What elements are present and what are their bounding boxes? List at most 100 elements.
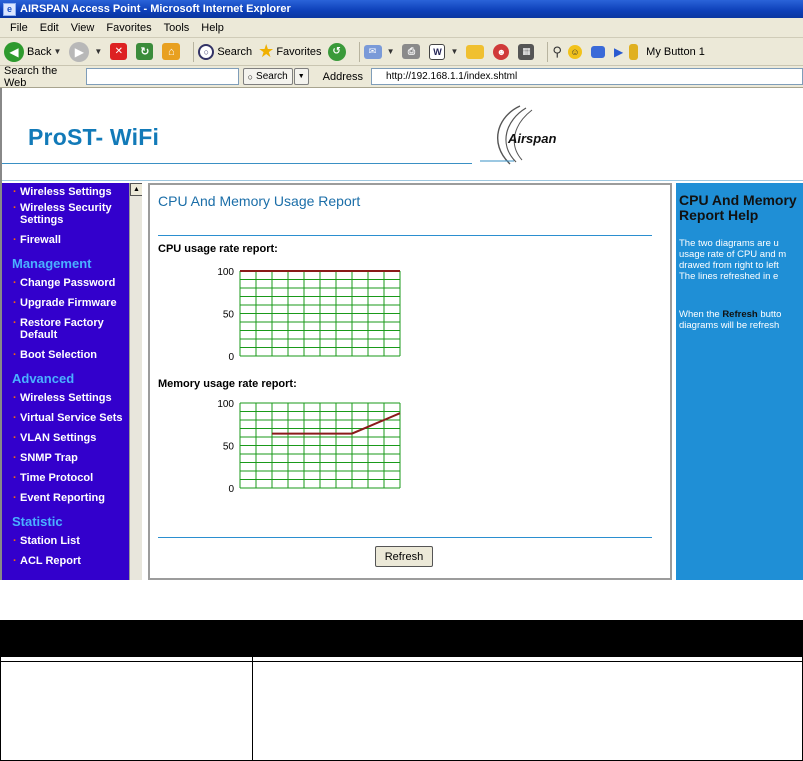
y-tick-label: 100 — [217, 267, 234, 278]
banner-bottom-border — [2, 180, 803, 181]
chevron-down-icon: ▼ — [297, 73, 305, 80]
y-tick-label: 50 — [223, 442, 235, 453]
search-toolbar-button[interactable]: ○ Search — [198, 43, 252, 60]
help-line: The lines refreshed in e — [679, 271, 779, 282]
airspan-logo-text: Airspan — [508, 131, 557, 146]
research-button[interactable]: ▦ — [518, 43, 537, 60]
refresh-button[interactable]: Refresh — [375, 546, 433, 567]
history-icon: ↺ — [327, 42, 346, 61]
help-text-fragment: When the — [679, 309, 723, 320]
forward-button[interactable]: ▶ ▼ — [69, 41, 104, 62]
sidebar-item-snmp-trap[interactable]: SNMP Trap — [2, 452, 128, 464]
toolbar-separator — [547, 41, 549, 62]
home-icon: ⌂ — [162, 43, 181, 60]
sidebar-nav: Wireless Settings Wireless Security Sett… — [2, 183, 142, 580]
sidebar-item-station-list[interactable]: Station List — [2, 535, 128, 547]
help-panel: CPU And Memory Report Help The two diagr… — [676, 183, 803, 580]
sidebar-item-adv-wireless-settings[interactable]: Wireless Settings — [2, 392, 128, 404]
memory-usage-chart: 100 50 0 — [217, 399, 401, 495]
help-title-line-2: Report Help — [679, 207, 759, 223]
sidebar-item-change-password[interactable]: Change Password — [2, 277, 128, 289]
chevron-down-icon[interactable]: ▼ — [94, 47, 102, 56]
stop-icon: ✕ — [110, 43, 128, 60]
sidebar-item-wireless-settings[interactable]: Wireless Settings — [2, 186, 128, 198]
table-column-divider — [252, 621, 253, 761]
help-line: drawed from right to left — [679, 260, 779, 271]
word-doc-icon: W — [429, 43, 446, 60]
extra-tool-3[interactable] — [590, 45, 608, 58]
messenger-icon: ☻ — [493, 43, 510, 60]
menu-tools[interactable]: Tools — [158, 22, 196, 34]
web-page: ProST- WiFi Airspan Wireless Settings Wi… — [0, 88, 803, 580]
sidebar-item-wireless-security-settings[interactable]: Wireless Security Settings — [2, 202, 128, 226]
sidebar-item-acl-report[interactable]: ACL Report — [2, 555, 128, 567]
cpu-chart-label: CPU usage rate report: — [158, 243, 278, 255]
forward-arrow-icon: ▶ — [69, 41, 90, 62]
menu-help[interactable]: Help — [195, 22, 230, 34]
chevron-down-icon[interactable]: ▼ — [53, 47, 61, 56]
extra-tool-1[interactable]: ⚲ — [552, 44, 562, 60]
history-button[interactable]: ↺ — [327, 42, 349, 61]
print-button[interactable]: ⎙ — [402, 44, 423, 59]
magnifier-icon: ○ — [198, 43, 215, 60]
browser-toolbar: ◀ Back ▼ ▶ ▼ ✕ ↻ ⌂ ○ Search ★ Favorites … — [0, 38, 803, 66]
menu-favorites[interactable]: Favorites — [100, 22, 157, 34]
toolbar-separator — [358, 41, 360, 62]
back-button[interactable]: ◀ Back ▼ — [4, 41, 63, 62]
back-label: Back — [27, 45, 52, 58]
sidebar-items: Wireless Settings Wireless Security Sett… — [2, 186, 128, 575]
back-arrow-icon: ◀ — [4, 41, 24, 62]
sidebar-item-vlan-settings[interactable]: VLAN Settings — [2, 432, 128, 444]
search-web-button[interactable]: ○ Search — [242, 68, 293, 85]
extra-tool-4[interactable]: ▶ — [614, 45, 623, 59]
sidebar-item-firewall[interactable]: Firewall — [2, 234, 128, 246]
menu-edit[interactable]: Edit — [34, 22, 65, 34]
help-title: CPU And Memory Report Help — [679, 193, 803, 223]
page-banner: ProST- WiFi Airspan — [2, 88, 803, 181]
sidebar-item-restore-factory-default[interactable]: Restore Factory Default — [2, 317, 128, 341]
sidebar-scrollbar[interactable]: ▲ — [129, 183, 142, 580]
my-button-icon — [629, 43, 639, 60]
help-line: When the Refresh butto — [679, 309, 803, 320]
stop-button[interactable]: ✕ — [110, 43, 130, 60]
my-button-1[interactable]: My Button 1 — [629, 43, 705, 60]
sidebar-item-boot-selection[interactable]: Boot Selection — [2, 349, 128, 361]
scroll-up-icon[interactable]: ▲ — [130, 183, 142, 196]
help-line: usage rate of CPU and m — [679, 249, 787, 260]
menu-view[interactable]: View — [65, 22, 101, 34]
smiley-icon: ☺ — [567, 44, 582, 59]
sidebar-item-time-protocol[interactable]: Time Protocol — [2, 472, 128, 484]
mail-button[interactable]: ✉ ▼ — [363, 44, 397, 59]
home-button[interactable]: ⌂ — [162, 43, 183, 60]
address-label: Address — [322, 70, 364, 83]
sidebar-item-upgrade-firmware[interactable]: Upgrade Firmware — [2, 297, 128, 309]
messenger-button[interactable]: ☻ — [493, 43, 512, 60]
memory-chart-label: Memory usage rate report: — [158, 378, 297, 390]
cpu-usage-chart: 100 50 0 — [217, 267, 401, 363]
search-options-dropdown[interactable]: ▼ — [293, 68, 309, 85]
chevron-down-icon[interactable]: ▼ — [450, 47, 458, 56]
address-input[interactable]: http://192.168.1.1/index.shtml — [371, 68, 803, 85]
banner-divider — [2, 163, 472, 164]
magnifier-icon: ○ — [247, 71, 254, 82]
help-refresh-keyword: Refresh — [722, 309, 758, 320]
chevron-down-icon[interactable]: ▼ — [387, 47, 395, 56]
edit-button[interactable]: W ▼ — [429, 43, 460, 60]
menu-bar: File Edit View Favorites Tools Help — [0, 18, 803, 38]
table-header — [1, 621, 803, 657]
refresh-browser-button[interactable]: ↻ — [136, 43, 156, 60]
pin-icon: ⚲ — [552, 43, 562, 59]
table-row-border — [1, 661, 803, 662]
folder-button[interactable] — [466, 44, 487, 59]
search-web-input[interactable] — [86, 68, 239, 85]
sidebar-heading-management: Management — [12, 256, 92, 271]
menu-file[interactable]: File — [4, 22, 34, 34]
ie-app-icon: e — [3, 2, 16, 16]
my-button-label: My Button 1 — [646, 45, 705, 58]
sidebar-item-virtual-service-sets[interactable]: Virtual Service Sets — [2, 412, 128, 424]
favorites-button[interactable]: ★ Favorites — [258, 41, 321, 62]
extra-tool-2[interactable]: ☺ — [567, 44, 585, 59]
window-titlebar: e AIRSPAN Access Point - Microsoft Inter… — [0, 0, 803, 18]
doc-table — [0, 620, 803, 761]
sidebar-item-event-reporting[interactable]: Event Reporting — [2, 492, 128, 504]
